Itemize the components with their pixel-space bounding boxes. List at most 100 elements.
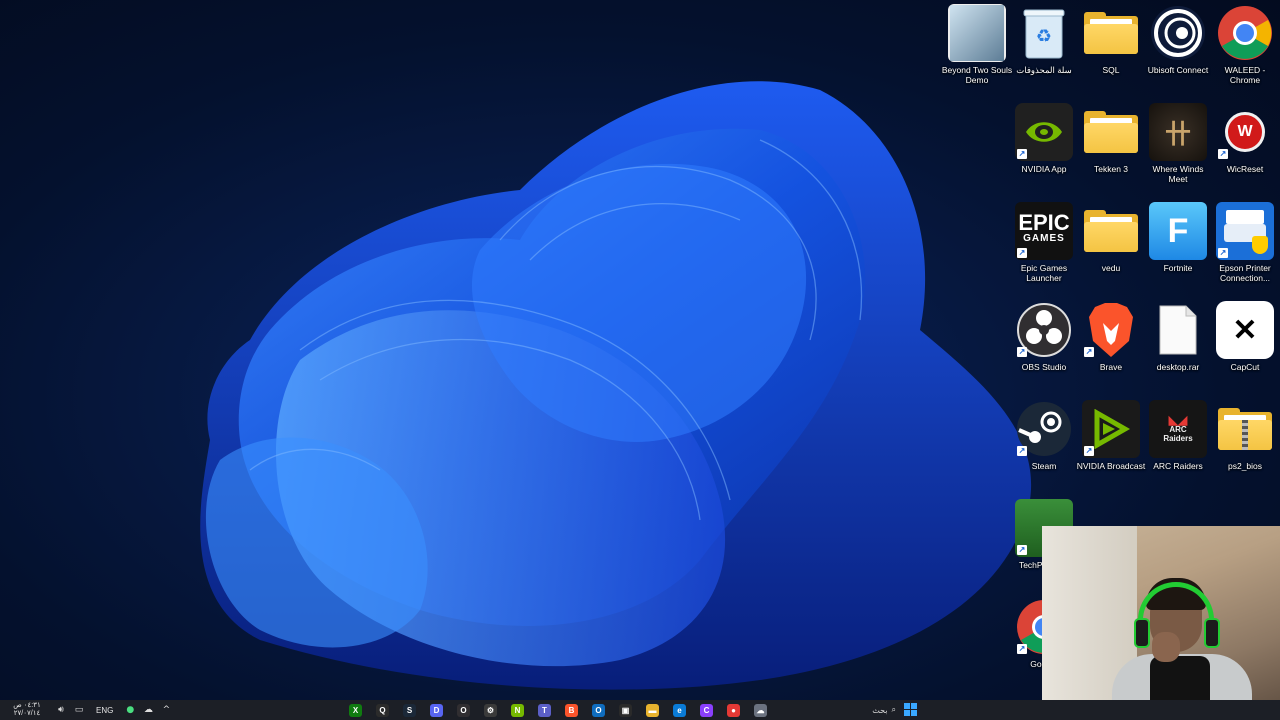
clock-time: ٠٤:٣١ ص: [13, 702, 41, 709]
windows-logo-icon: [904, 703, 910, 709]
desktop-icon[interactable]: Ubisoft Connect: [1145, 4, 1211, 75]
taskbar-app-brave[interactable]: B: [561, 700, 583, 720]
desktop-icon-label: WicReset: [1226, 164, 1264, 174]
zip-folder-icon: [1216, 400, 1274, 458]
taskbar-app-xbox[interactable]: X: [345, 700, 367, 720]
nvidia-broadcast-icon: ↗: [1082, 400, 1140, 458]
volume-icon[interactable]: 🔊︎: [55, 704, 67, 716]
desktop-icon[interactable]: vedu: [1078, 202, 1144, 273]
desktop-icon[interactable]: Beyond Two Souls Demo: [942, 4, 1012, 85]
copilot-icon: C: [700, 703, 713, 717]
desktop-icon[interactable]: ↗ Steam: [1011, 400, 1077, 471]
shortcut-arrow-icon: ↗: [1218, 149, 1228, 159]
desktop-icon-label: Brave: [1099, 362, 1123, 372]
desktop-icon[interactable]: ♻ سلة المحذوفات: [1011, 4, 1077, 75]
desktop-icon-label: Where Winds Meet: [1152, 164, 1204, 184]
wicreset-icon: W ↗: [1216, 103, 1274, 161]
desktop-icon[interactable]: ◣◢ ARC Raiders ARC Raiders: [1145, 400, 1211, 471]
desktop-icon[interactable]: ✕ CapCut: [1212, 301, 1278, 372]
desktop-icon-label: Steam: [1031, 461, 1057, 471]
store-icon: ▣: [619, 703, 632, 717]
taskbar-app-nvidia[interactable]: N: [507, 700, 529, 720]
chrome-icon: [1216, 4, 1274, 62]
desktop-icon-label: desktop.rar: [1156, 362, 1200, 372]
nvidia-icon: ↗: [1015, 103, 1073, 161]
webcam-overlay: [1042, 526, 1280, 720]
network-icon[interactable]: ▭: [73, 704, 85, 716]
desktop-icon-label: CapCut: [1230, 362, 1260, 372]
shortcut-arrow-icon: ↗: [1084, 347, 1094, 357]
taskbar-app-discord[interactable]: D: [426, 700, 448, 720]
shortcut-arrow-icon: ↗: [1017, 644, 1027, 654]
file-icon: [1149, 301, 1207, 359]
headset-ear-left: [1134, 618, 1150, 648]
settings-icon: ⚙: [484, 703, 497, 717]
desktop-icon[interactable]: WALEED - Chrome: [1212, 4, 1278, 85]
folder-icon: [1082, 4, 1140, 62]
taskbar-app-outlook[interactable]: O: [588, 700, 610, 720]
taskbar: ٠٤:٣١ ص ٢٧/٠٧/١٤ 🔊︎ ▭ ENG ● ☁ ^ X Q S D O ⚙ N T…: [0, 700, 1280, 720]
taskbar-app-chrome[interactable]: ●: [723, 700, 745, 720]
person-hand: [1152, 632, 1180, 662]
taskbar-app-settings[interactable]: ⚙: [480, 700, 502, 720]
taskbar-app-weather[interactable]: ☁: [750, 700, 772, 720]
ubisoft-icon: [1149, 4, 1207, 62]
obs-icon: O: [457, 703, 470, 717]
desktop-icon[interactable]: ps2_bios: [1212, 400, 1278, 471]
where-winds-meet-icon: 卄: [1149, 103, 1207, 161]
svg-text:♻: ♻: [1036, 26, 1052, 47]
brave-icon: B: [565, 703, 578, 717]
desktop-icon[interactable]: ↗ Brave: [1078, 301, 1144, 372]
taskbar-app-store[interactable]: ▣: [615, 700, 637, 720]
desktop-icon[interactable]: SQL: [1078, 4, 1144, 75]
taskbar-app-obs[interactable]: O: [453, 700, 475, 720]
chevron-up-icon[interactable]: ^: [160, 704, 172, 716]
desktop-icon[interactable]: Tekken 3: [1078, 103, 1144, 174]
desktop-icon-label: NVIDIA Broadcast: [1076, 461, 1146, 471]
desktop-icon[interactable]: ↗ OBS Studio: [1011, 301, 1077, 372]
taskbar-app-steam[interactable]: S: [399, 700, 421, 720]
desktop-icon-label: ps2_bios: [1227, 461, 1263, 471]
desktop-icon[interactable]: F Fortnite: [1145, 202, 1211, 273]
desktop-icon-label: SQL: [1102, 65, 1120, 75]
steam-icon: S: [403, 703, 416, 717]
weather-icon: ☁: [754, 703, 767, 717]
desktop-icon[interactable]: desktop.rar: [1145, 301, 1211, 372]
desktop-icon-label: WALEED - Chrome: [1224, 65, 1266, 85]
arc-raiders-icon: ◣◢ ARC Raiders: [1149, 400, 1207, 458]
desktop-icon[interactable]: W ↗ WicReset: [1212, 103, 1278, 174]
search-button[interactable]: بحث ⌕: [854, 703, 896, 717]
desktop-icon-label: Ubisoft Connect: [1147, 65, 1209, 75]
recycle-bin-icon: ♻: [1015, 4, 1073, 62]
cloud-icon[interactable]: ☁: [142, 704, 154, 716]
clock[interactable]: ٠٤:٣١ ص ٢٧/٠٧/١٤: [0, 700, 52, 720]
taskbar-apps: X Q S D O ⚙ N T B O ▣ ▬ e C ● ☁: [342, 700, 774, 720]
desktop-icon-label: Epic Games Launcher: [1020, 263, 1068, 283]
nvidia-icon: N: [511, 703, 524, 717]
taskbar-app-copilot[interactable]: C: [696, 700, 718, 720]
language-indicator[interactable]: ENG: [96, 700, 113, 720]
desktop-icon[interactable]: ↗ NVIDIA Broadcast: [1076, 400, 1146, 471]
desktop-icon[interactable]: ↗ Epson Printer Connection...: [1212, 202, 1278, 283]
taskbar-app-file-explorer[interactable]: ▬: [642, 700, 664, 720]
start-button[interactable]: [904, 703, 918, 717]
shortcut-arrow-icon: ↗: [1218, 248, 1228, 258]
desktop-icon[interactable]: EPIC GAMES ↗ Epic Games Launcher: [1011, 202, 1077, 283]
desktop-icon[interactable]: ↗ NVIDIA App: [1011, 103, 1077, 174]
outlook-icon: O: [592, 703, 605, 717]
desktop-icon[interactable]: 卄 Where Winds Meet: [1145, 103, 1211, 184]
system-tray: ٠٤:٣١ ص ٢٧/٠٧/١٤ 🔊︎ ▭ ENG ● ☁ ^: [0, 700, 175, 720]
taskbar-app-teams[interactable]: T: [534, 700, 556, 720]
shortcut-arrow-icon: ↗: [1017, 149, 1027, 159]
taskbar-app-search-app[interactable]: Q: [372, 700, 394, 720]
file-explorer-icon: ▬: [646, 703, 659, 717]
microphone-icon[interactable]: ●: [124, 704, 136, 716]
taskbar-app-edge[interactable]: e: [669, 700, 691, 720]
obs-icon: ↗: [1015, 301, 1073, 359]
folder-icon: [1082, 202, 1140, 260]
desktop-icon-label: vedu: [1101, 263, 1121, 273]
search-app-icon: Q: [376, 703, 389, 717]
desktop-icon-label: NVIDIA App: [1021, 164, 1067, 174]
chrome-icon: ●: [727, 703, 740, 717]
steam-icon: ↗: [1015, 400, 1073, 458]
